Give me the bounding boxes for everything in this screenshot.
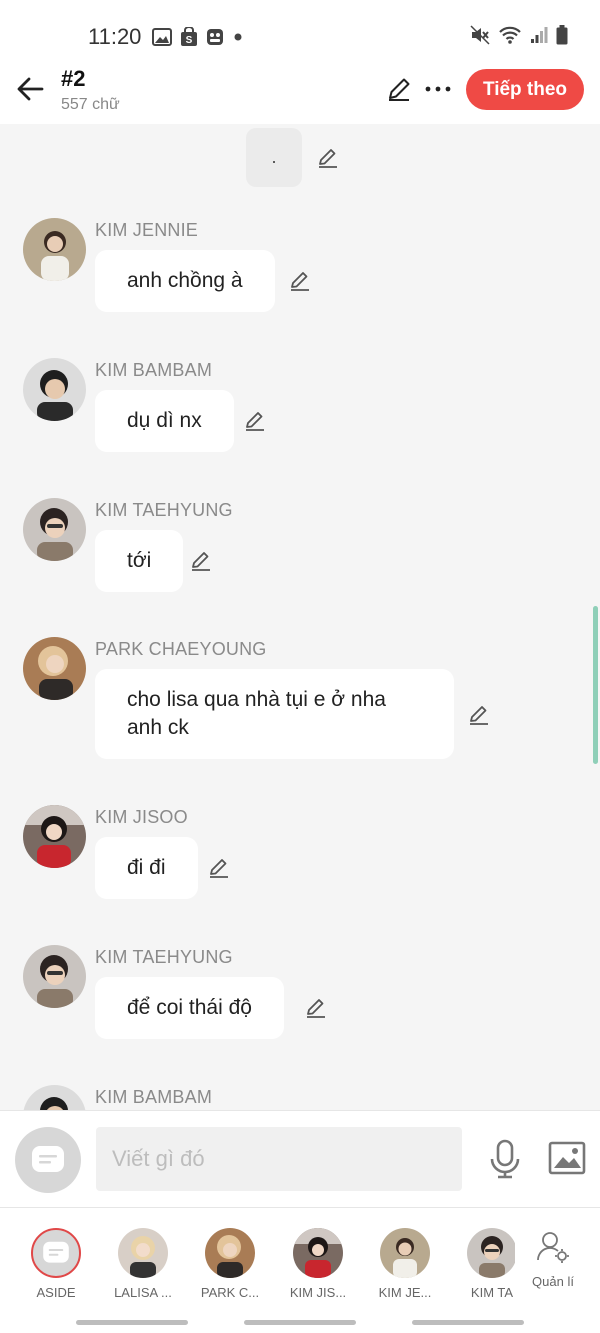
scrollbar[interactable]	[593, 606, 598, 764]
sender-name: KIM BAMBAM	[95, 1087, 213, 1107]
image-icon[interactable]	[548, 1141, 586, 1175]
message-icon	[32, 1146, 64, 1172]
message-bubble[interactable]: cho lisa qua nhà tụi e ở nha anh ck	[95, 669, 454, 759]
edit-icon[interactable]	[189, 549, 213, 573]
signal-icon	[531, 27, 548, 43]
avatar	[467, 1228, 515, 1278]
avatar[interactable]	[23, 637, 86, 700]
word-count: 557 chữ	[61, 96, 120, 113]
app-header: #2 557 chữ Tiếp theo	[0, 62, 600, 124]
svg-text:S: S	[186, 35, 193, 46]
avatar	[118, 1228, 168, 1278]
manage-characters-button[interactable]: Quản lí	[525, 1228, 581, 1298]
mute-icon	[470, 25, 490, 45]
more-options-icon[interactable]	[424, 76, 452, 102]
nav-back-button[interactable]	[412, 1320, 524, 1325]
chat-messages[interactable]: . KIM JENNIE anh chồng à KIM BAMBAM dụ d…	[0, 124, 600, 1110]
character-label: ASIDE	[36, 1285, 76, 1300]
message-icon	[43, 1241, 69, 1263]
edit-icon[interactable]	[207, 856, 231, 880]
edit-icon[interactable]	[243, 409, 267, 433]
avatar[interactable]	[23, 805, 86, 868]
character-bar: ASIDE LALISA ... PARK C... KIM JIS... KI…	[0, 1207, 600, 1311]
message-bubble[interactable]: để coi thái độ	[95, 977, 284, 1039]
narration-toggle-button[interactable]	[15, 1127, 81, 1193]
message-bubble[interactable]: đi đi	[95, 837, 198, 899]
avatar[interactable]	[23, 498, 86, 561]
character-item-lalisa[interactable]: LALISA ...	[107, 1226, 179, 1306]
gallery-icon	[152, 28, 172, 46]
character-item-kim-jisoo[interactable]: KIM JIS...	[282, 1226, 354, 1306]
nav-home-button[interactable]	[244, 1320, 356, 1325]
message-bubble[interactable]: dụ dì nx	[95, 390, 234, 452]
microphone-icon[interactable]	[488, 1139, 522, 1179]
back-arrow-icon[interactable]	[14, 72, 48, 106]
sender-name: KIM JENNIE	[95, 220, 199, 240]
shopping-bag-icon: S	[181, 27, 197, 46]
next-button[interactable]: Tiếp theo	[466, 69, 584, 110]
system-nav-bar	[0, 1311, 600, 1333]
character-item-kim-jennie[interactable]: KIM JE...	[369, 1226, 441, 1306]
edit-icon[interactable]	[304, 996, 328, 1020]
narration-bubble[interactable]: .	[246, 128, 302, 187]
message-input[interactable]	[96, 1127, 462, 1191]
status-time: 11:20	[88, 24, 142, 49]
message-bubble[interactable]: tới	[95, 530, 184, 592]
edit-title-icon[interactable]	[386, 76, 412, 102]
edit-icon[interactable]	[288, 269, 312, 293]
wifi-icon	[499, 26, 521, 44]
sender-name: KIM BAMBAM	[95, 360, 213, 380]
character-label: KIM JE...	[378, 1285, 432, 1300]
character-item-kim-taehyung[interactable]: KIM TA	[456, 1226, 515, 1306]
chat-story-editor-screen: 11:20 S #2 557 chữ Tiếp theo . KIM JENNI…	[0, 0, 600, 1333]
sender-name: KIM TAEHYUNG	[95, 500, 233, 520]
character-item-park-chaeyoung[interactable]: PARK C...	[194, 1226, 266, 1306]
sender-name: PARK CHAEYOUNG	[95, 639, 267, 659]
character-item-aside[interactable]: ASIDE	[20, 1226, 92, 1306]
notification-dot-icon	[234, 33, 242, 41]
page-title: #2	[61, 66, 86, 91]
status-right-icons	[470, 25, 568, 45]
message-composer	[0, 1110, 600, 1207]
avatar[interactable]	[23, 218, 86, 281]
edit-icon[interactable]	[467, 703, 491, 727]
user-settings-icon	[537, 1232, 569, 1263]
character-label: LALISA ...	[114, 1285, 172, 1300]
app-icon	[207, 29, 223, 45]
status-left-icons: S	[152, 27, 244, 47]
character-list[interactable]: ASIDE LALISA ... PARK C... KIM JIS... KI…	[0, 1208, 515, 1312]
avatar	[205, 1228, 255, 1278]
message-bubble[interactable]: anh chồng à	[95, 250, 275, 312]
battery-icon	[556, 25, 568, 45]
avatar[interactable]	[23, 945, 86, 1008]
character-label: KIM JIS...	[289, 1285, 347, 1300]
aside-avatar	[31, 1228, 81, 1278]
character-label: PARK C...	[200, 1285, 260, 1300]
nav-recents-button[interactable]	[76, 1320, 188, 1325]
avatar[interactable]	[23, 358, 86, 421]
manage-label: Quản lí	[532, 1274, 574, 1289]
avatar[interactable]	[23, 1085, 86, 1110]
avatar	[380, 1228, 430, 1278]
sender-name: KIM JISOO	[95, 807, 188, 827]
character-label: KIM TA	[470, 1285, 514, 1300]
status-bar: 11:20 S	[0, 0, 600, 62]
edit-icon[interactable]	[316, 146, 340, 170]
sender-name: KIM TAEHYUNG	[95, 947, 233, 967]
avatar	[293, 1228, 343, 1278]
